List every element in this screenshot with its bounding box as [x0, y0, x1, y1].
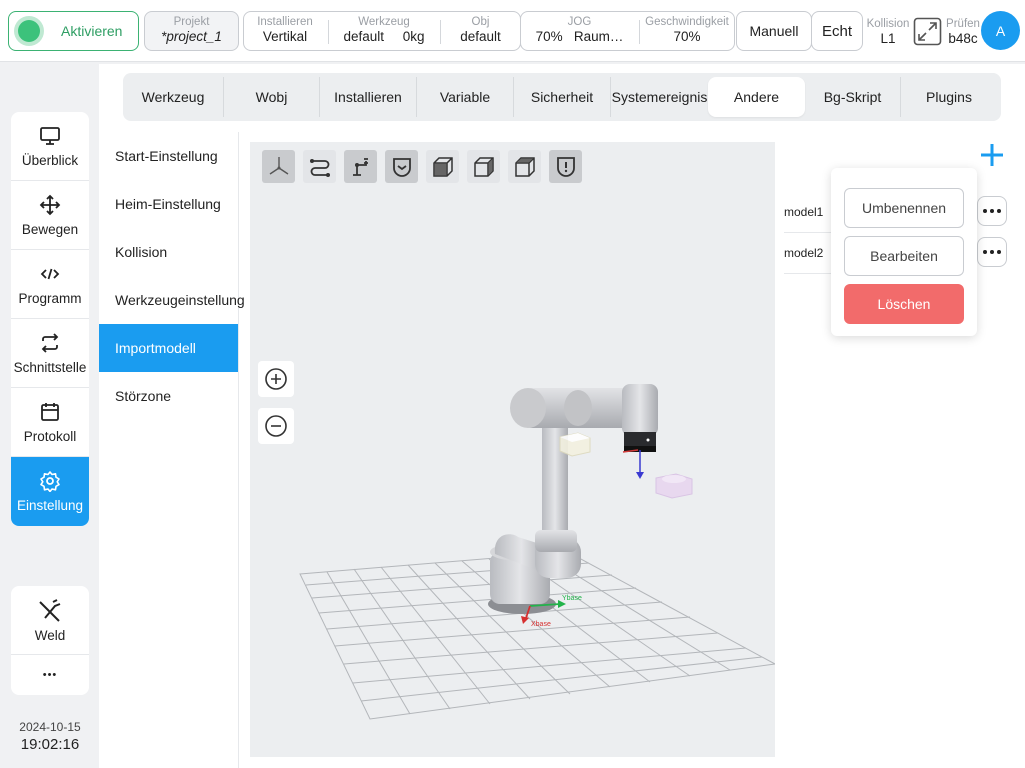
speed-value: 70% [673, 29, 701, 44]
sidebar-item-label: Bewegen [21, 221, 79, 237]
tab-tool[interactable]: Werkzeug [123, 77, 224, 117]
tab-other[interactable]: Andere [708, 77, 805, 117]
tool-value: default [343, 29, 384, 44]
more-icon: ••• [42, 669, 58, 681]
model-name: model2 [784, 246, 824, 260]
y-base-axis-label: Ybase [562, 595, 582, 602]
edit-button[interactable]: Bearbeiten [844, 236, 964, 276]
system-time: 19:02:16 [20, 736, 80, 753]
sidebar-item-weld[interactable]: Weld [11, 586, 89, 655]
tab-bg-script[interactable]: Bg-Skript [805, 77, 901, 117]
weld-torch-icon [39, 598, 61, 622]
robot-scene: Ybase Xbase [299, 384, 775, 720]
model-more-button[interactable] [977, 237, 1007, 267]
submenu-import-model[interactable]: Importmodell [99, 324, 238, 372]
swap-icon [41, 332, 59, 353]
tool-caption: Werkzeug [358, 16, 410, 28]
jog-frame: Raum… [573, 29, 624, 44]
delete-button[interactable]: Löschen [844, 284, 964, 324]
calendar-icon [41, 402, 59, 421]
install-value: Vertikal [262, 29, 308, 44]
add-model-button[interactable] [979, 142, 1005, 168]
submenu-home-settings[interactable]: Heim-Einstellung [99, 180, 238, 228]
move-icon [39, 194, 61, 215]
sidebar-item-label: Programm [18, 290, 82, 306]
jog-value: 70% [535, 29, 563, 44]
sidebar-item-overview[interactable]: Überblick [11, 112, 89, 181]
obj-value: default [460, 29, 501, 44]
status-indicator-icon [18, 20, 40, 42]
model-more-button[interactable] [977, 196, 1007, 226]
sidebar-item-interface[interactable]: Schnittstelle [11, 319, 89, 388]
sidebar-item-move[interactable]: Bewegen [11, 181, 89, 250]
imported-model-1 [559, 432, 591, 457]
real-mode-button[interactable]: Echt [811, 11, 863, 51]
tab-plugins[interactable]: Plugins [901, 77, 997, 117]
main-navigation: Überblick Bewegen Programm Schnittstelle… [11, 112, 89, 526]
settings-submenu: Start-Einstellung Heim-Einstellung Kolli… [99, 132, 245, 768]
x-base-axis-label: Xbase [531, 621, 551, 628]
project-caption: Projekt [173, 16, 210, 28]
check-caption: Prüfen [946, 18, 980, 30]
jog-caption: JOG [567, 16, 592, 28]
tab-wobj[interactable]: Wobj [224, 77, 320, 117]
project-selector[interactable]: Projekt *project_1 [144, 11, 239, 51]
tab-variable[interactable]: Variable [417, 77, 514, 117]
obj-caption: Obj [471, 16, 490, 28]
sidebar-item-more[interactable]: ••• [11, 655, 89, 695]
activate-button[interactable]: Aktivieren [8, 11, 139, 51]
speed-caption: Geschwindigkeit [645, 16, 729, 28]
submenu-tool-settings[interactable]: Werkzeugeinstellung [99, 276, 245, 324]
submenu-start-settings[interactable]: Start-Einstellung [99, 132, 238, 180]
monitor-icon [40, 126, 60, 145]
model-context-menu: Umbenennen Bearbeiten Löschen [831, 168, 977, 336]
project-name: *project_1 [161, 29, 222, 44]
sidebar-item-log[interactable]: Protokoll [11, 388, 89, 457]
check-value: b48c [948, 31, 978, 46]
manual-mode-button[interactable]: Manuell [736, 11, 812, 51]
activate-label: Aktivieren [61, 23, 123, 39]
sidebar-item-settings[interactable]: Einstellung [11, 457, 89, 526]
tool-payload: 0kg [402, 29, 425, 44]
sidebar-item-label: Einstellung [16, 498, 84, 513]
submenu-interference-zone[interactable]: Störzone [99, 372, 238, 420]
collision-status[interactable]: Kollision L1 [863, 14, 913, 52]
rename-button[interactable]: Umbenennen [844, 188, 964, 228]
settings-tabs: Werkzeug Wobj Installieren Variable Sich… [123, 73, 1001, 121]
code-icon [40, 268, 60, 279]
installation-tool-group[interactable]: Installieren Vertikal Werkzeug default 0… [243, 11, 521, 51]
sidebar-item-label: Schnittstelle [13, 359, 87, 375]
sidebar-item-label: Überblick [21, 152, 79, 168]
3d-viewport[interactable]: Ybase Xbase [250, 142, 775, 757]
system-date: 2024-10-15 [19, 720, 81, 734]
tab-safety[interactable]: Sicherheit [514, 77, 611, 117]
system-clock: 2024-10-15 19:02:16 [0, 720, 100, 753]
avatar[interactable]: A [981, 11, 1020, 50]
plugin-navigation: Weld ••• [11, 586, 89, 695]
sidebar-item-label: Protokoll [23, 428, 77, 444]
tab-system-event[interactable]: Systemereignis [611, 77, 708, 117]
sidebar-item-label: Weld [34, 627, 66, 643]
model-name: model1 [784, 205, 824, 219]
tab-install[interactable]: Installieren [320, 77, 417, 117]
collision-value: L1 [880, 31, 896, 46]
submenu-collision[interactable]: Kollision [99, 228, 238, 276]
imported-model-2 [655, 473, 693, 499]
gear-icon [40, 471, 60, 492]
main-panel: Werkzeug Wobj Installieren Variable Sich… [99, 64, 1025, 768]
jog-speed-group[interactable]: JOG 70% Raum… Geschwindigkeit 70% [520, 11, 735, 51]
sidebar-item-program[interactable]: Programm [11, 250, 89, 319]
install-caption: Installieren [257, 16, 313, 28]
expand-icon[interactable] [913, 17, 942, 46]
top-status-bar: Aktivieren Projekt *project_1 Installier… [0, 0, 1025, 62]
collision-caption: Kollision [866, 18, 910, 30]
check-status[interactable]: Prüfen b48c [943, 14, 983, 52]
